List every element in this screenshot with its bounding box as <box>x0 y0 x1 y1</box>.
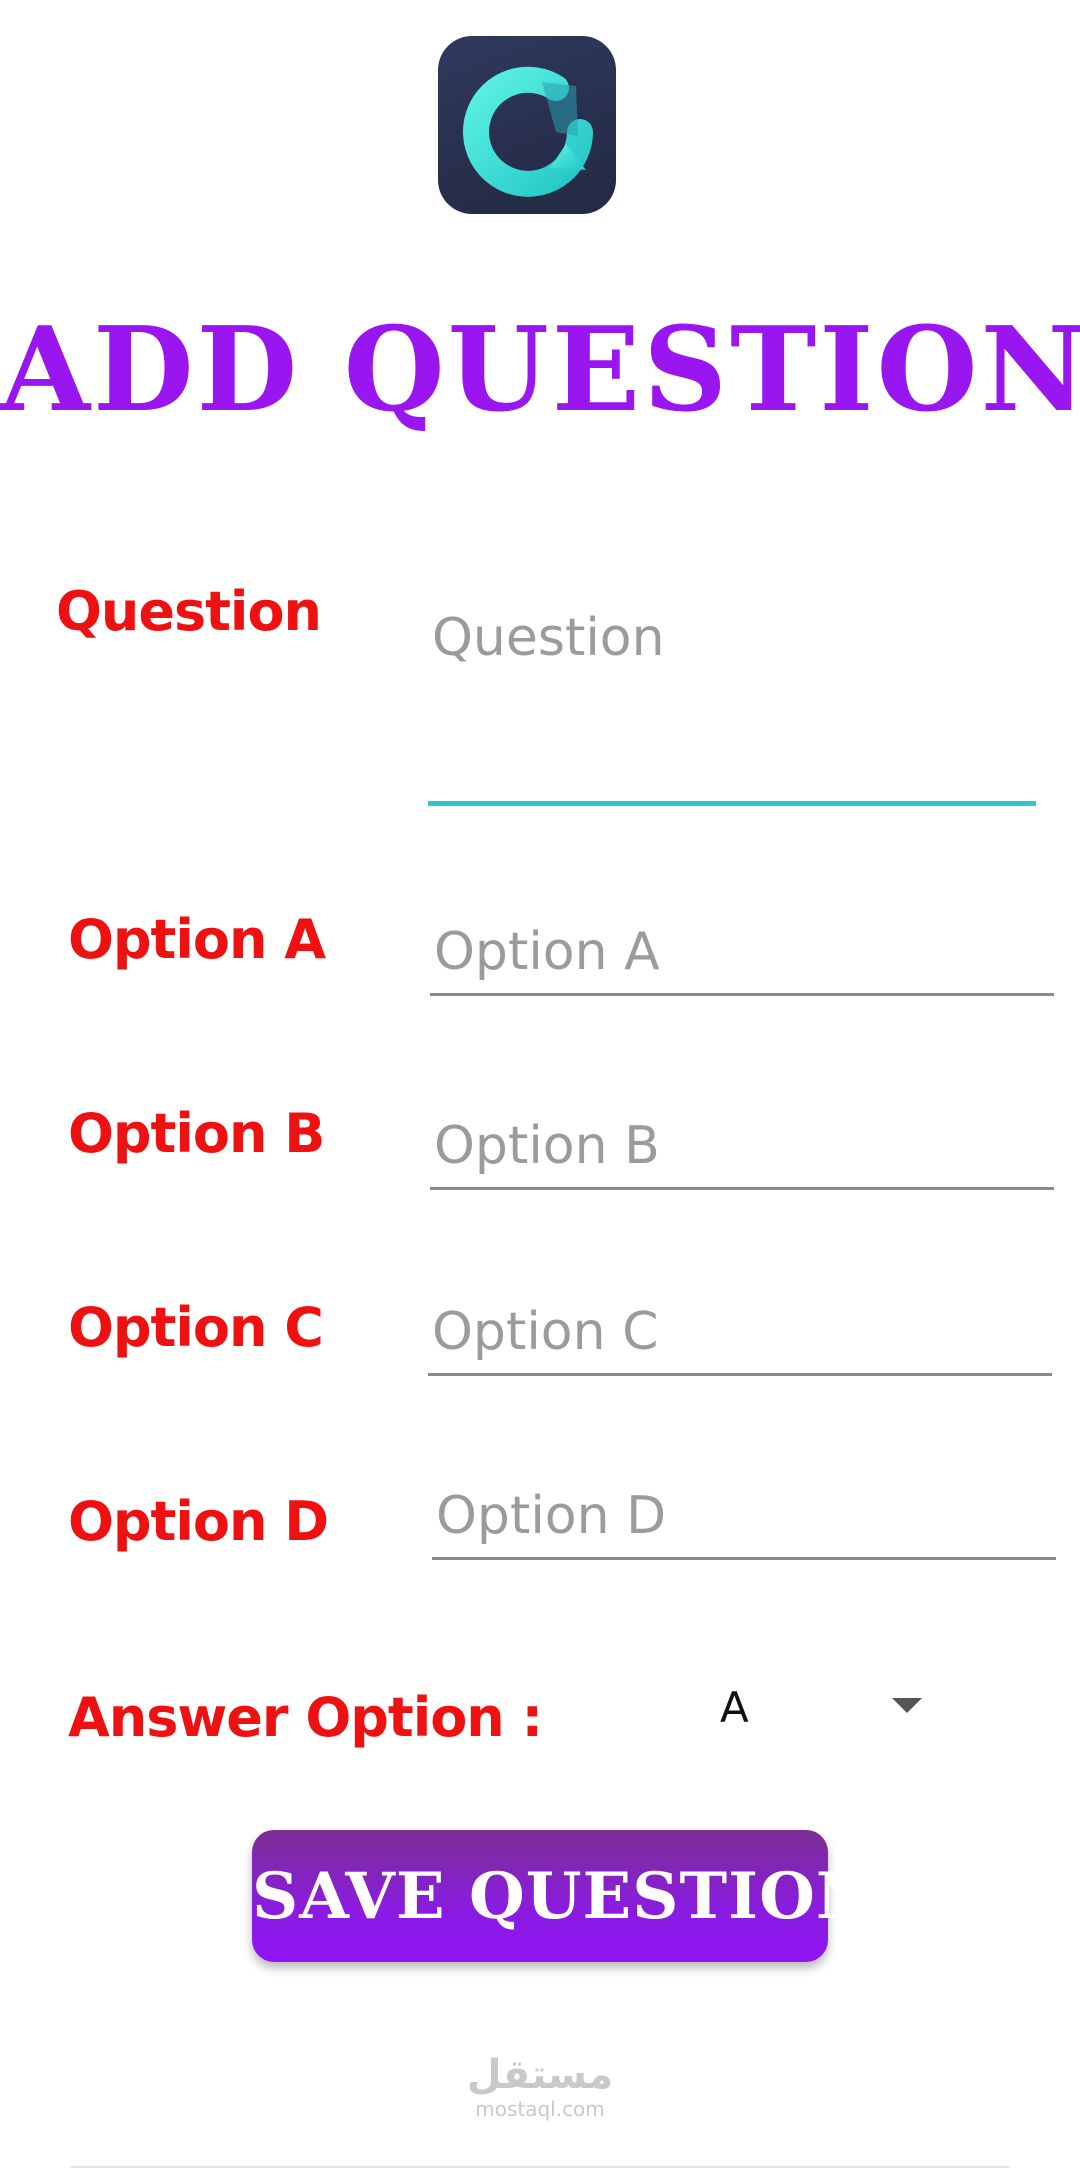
option-b-label: Option B <box>68 1102 325 1165</box>
dropdown-arrow-icon <box>892 1698 922 1713</box>
option-d-input[interactable] <box>432 1474 1056 1560</box>
add-question-screen: ADD QUESTION Question Option A Option B … <box>0 0 1080 2170</box>
answer-option-selected: A <box>720 1683 749 1732</box>
app-logo-q-icon <box>438 36 616 214</box>
option-b-input[interactable] <box>430 1104 1054 1190</box>
question-input[interactable] <box>428 582 1036 806</box>
question-label: Question <box>56 580 322 643</box>
page-title: ADD QUESTION <box>0 302 1080 438</box>
option-a-label: Option A <box>68 908 326 971</box>
option-c-label: Option C <box>68 1296 324 1359</box>
save-question-button[interactable]: SAVE QUESTION <box>252 1830 874 1962</box>
option-d-label: Option D <box>68 1490 329 1553</box>
option-a-input[interactable] <box>430 910 1054 996</box>
watermark-latin: mostaql.com <box>475 2097 605 2121</box>
watermark: مستقل mostaql.com <box>440 2055 640 2119</box>
watermark-arabic: مستقل <box>466 2052 614 2098</box>
bottom-divider <box>70 2166 1010 2168</box>
option-c-input[interactable] <box>428 1290 1052 1376</box>
answer-option-dropdown[interactable]: A <box>700 1670 940 1750</box>
answer-option-label: Answer Option : <box>68 1686 543 1749</box>
